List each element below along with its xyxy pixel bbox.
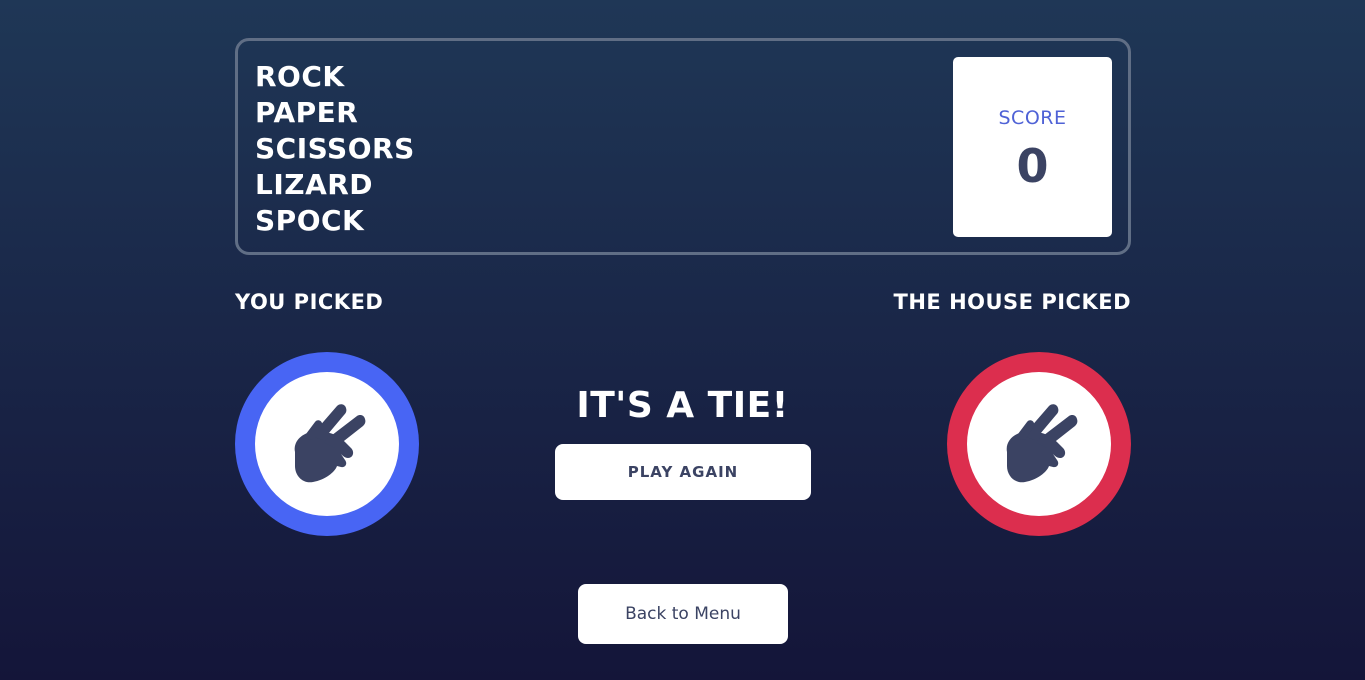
game-header: ROCK PAPER SCISSORS LIZARD SPOCK SCORE 0	[235, 38, 1131, 255]
title-word-lizard: LIZARD	[255, 168, 374, 201]
player-pick-label: YOU PICKED	[235, 290, 384, 314]
score-box: SCORE 0	[953, 57, 1112, 237]
title-word-spock: SPOCK	[255, 204, 365, 237]
score-label: SCORE	[998, 107, 1067, 129]
back-to-menu-button[interactable]: Back to Menu	[578, 584, 788, 644]
title-word-rock: ROCK	[255, 60, 345, 93]
result-message: IT'S A TIE!	[576, 385, 789, 426]
title-word-paper: PAPER	[255, 96, 359, 129]
game-title: ROCK PAPER SCISSORS LIZARD SPOCK	[255, 59, 415, 239]
score-value: 0	[1016, 139, 1049, 193]
play-again-button[interactable]: PLAY AGAIN	[555, 444, 811, 500]
house-choice-token	[947, 352, 1131, 536]
player-choice-token	[235, 352, 419, 536]
house-pick-label: THE HOUSE PICKED	[893, 290, 1131, 314]
title-word-scissors: SCISSORS	[255, 132, 415, 165]
